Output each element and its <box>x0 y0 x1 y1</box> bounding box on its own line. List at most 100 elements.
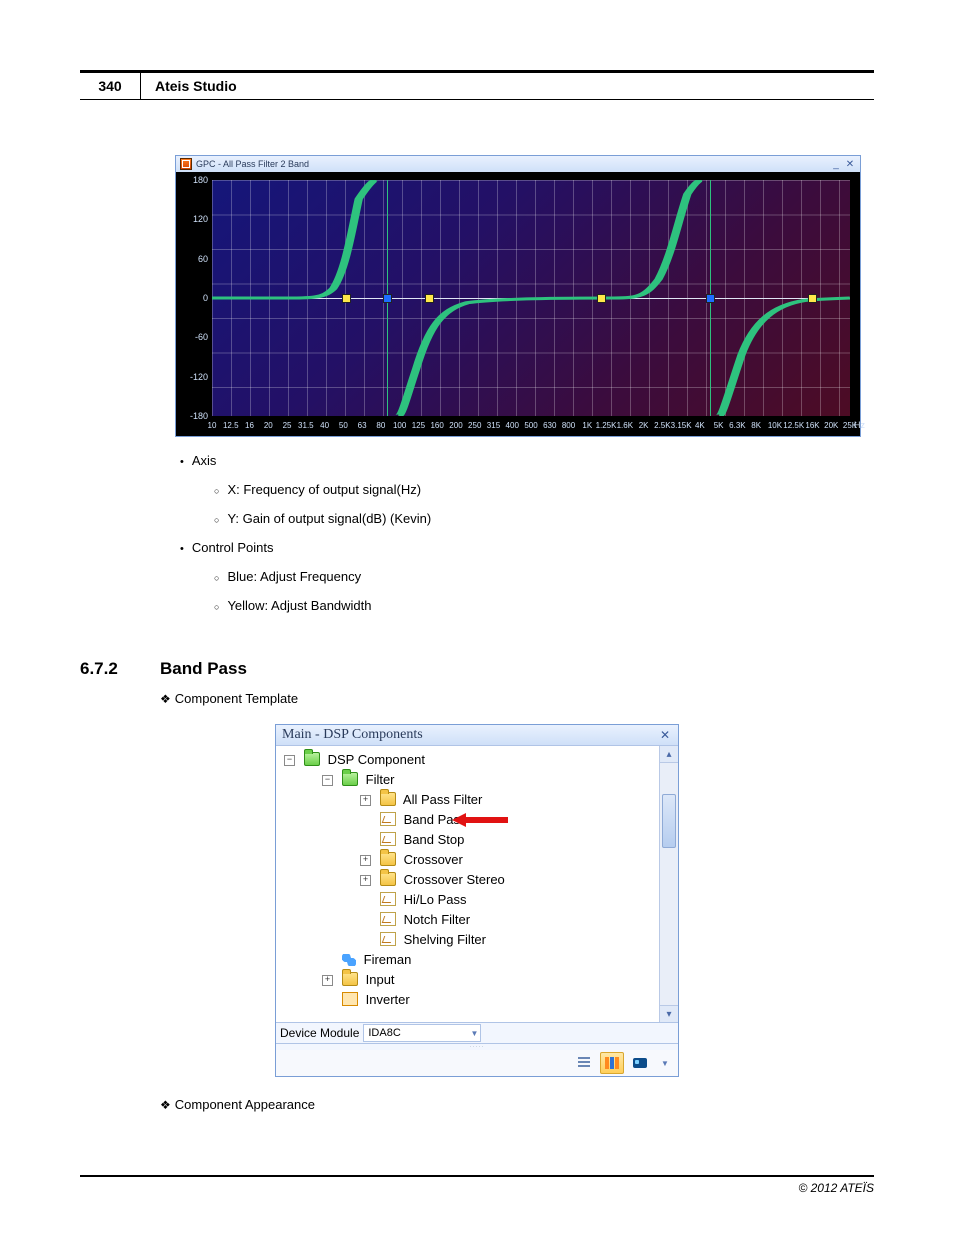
device-module-value: IDA8C <box>368 1027 400 1039</box>
component-appearance-label: Component Appearance <box>160 1097 874 1112</box>
x-tick: 31.5 <box>298 421 314 430</box>
x-tick: 125 <box>412 421 425 430</box>
filter-icon <box>380 812 396 826</box>
tree-node-inverter[interactable]: Inverter <box>322 990 659 1010</box>
x-tick: 200 <box>449 421 462 430</box>
x-tick: 1K <box>582 421 592 430</box>
tree-node-crossover[interactable]: + Crossover <box>360 850 659 870</box>
tree-label: DSP Component <box>328 752 425 767</box>
section-heading: 6.7.2 Band Pass <box>80 659 874 679</box>
y-tick: -120 <box>180 372 208 382</box>
expand-icon[interactable]: − <box>284 755 295 766</box>
chevron-down-icon: ▼ <box>470 1029 478 1038</box>
close-icon[interactable]: ✕ <box>844 158 856 170</box>
y-tick: 0 <box>180 293 208 303</box>
x-tick: 2.5K <box>654 421 670 430</box>
view-columns-button[interactable] <box>600 1052 624 1074</box>
expand-icon[interactable]: − <box>322 775 333 786</box>
device-module-combo[interactable]: IDA8C ▼ <box>363 1024 481 1042</box>
y-tick: 60 <box>180 254 208 264</box>
y-tick: -60 <box>180 332 208 342</box>
section-number: 6.7.2 <box>80 659 160 679</box>
tree-node-input[interactable]: + Input <box>322 970 659 990</box>
plot-grid: 180 120 60 0 -60 -120 -180 10 12.5 16 20… <box>212 180 850 416</box>
filter-icon <box>380 932 396 946</box>
device-module-row: Device Module IDA8C ▼ <box>276 1023 678 1044</box>
tree-node-fireman[interactable]: Fireman <box>322 950 659 970</box>
minimize-icon[interactable]: _ <box>830 158 842 170</box>
folder-icon <box>304 752 320 766</box>
scroll-up-icon[interactable]: ▴ <box>660 746 678 763</box>
tree-toolbar: ▼ <box>276 1050 678 1076</box>
x-tick: 500 <box>524 421 537 430</box>
tree-label: All Pass Filter <box>403 792 482 807</box>
x-tick: 630 <box>543 421 556 430</box>
x-tick: 100 <box>393 421 406 430</box>
expand-icon[interactable]: + <box>322 975 333 986</box>
filter-plot-window: GPC - All Pass Filter 2 Band _ ✕ <box>175 155 861 437</box>
bandwidth-handle[interactable] <box>425 294 434 303</box>
scroll-down-icon[interactable]: ▾ <box>660 1005 678 1022</box>
bandwidth-handle[interactable] <box>597 294 606 303</box>
x-tick: 250 <box>468 421 481 430</box>
frequency-handle[interactable] <box>383 294 392 303</box>
x-tick: 12.5K <box>783 421 804 430</box>
x-tick: 63 <box>358 421 367 430</box>
tree-node-dsp-component[interactable]: − DSP Component − Filter + <box>284 750 659 1010</box>
x-tick: 20 <box>264 421 273 430</box>
tree-node-band-pass[interactable]: Band Pass <box>360 810 659 830</box>
device-icon <box>633 1058 647 1068</box>
tree-label: Band Stop <box>404 832 465 847</box>
tree-node-notch[interactable]: Notch Filter <box>360 910 659 930</box>
x-tick: 800 <box>562 421 575 430</box>
component-tree-window: Main - DSP Components ✕ − DSP Component … <box>275 724 679 1077</box>
x-tick: 50 <box>339 421 348 430</box>
folder-icon <box>380 792 396 806</box>
view-list-button[interactable] <box>572 1052 596 1074</box>
bandwidth-handle[interactable] <box>342 294 351 303</box>
x-tick: 2K <box>639 421 649 430</box>
tree-node-crossover-stereo[interactable]: + Crossover Stereo <box>360 870 659 890</box>
tree-node-band-stop[interactable]: Band Stop <box>360 830 659 850</box>
plot-titlebar[interactable]: GPC - All Pass Filter 2 Band _ ✕ <box>176 156 860 172</box>
list-icon <box>578 1057 590 1069</box>
expand-icon[interactable]: + <box>360 795 371 806</box>
filter-curves <box>212 180 850 416</box>
columns-icon <box>605 1057 619 1069</box>
chevron-down-icon: ▼ <box>661 1059 669 1068</box>
tree-node-all-pass[interactable]: + All Pass Filter <box>360 790 659 810</box>
page-header: 340 Ateis Studio <box>80 70 874 100</box>
expand-icon[interactable]: + <box>360 855 371 866</box>
bullet-yellow: Yellow: Adjust Bandwidth <box>214 592 874 621</box>
device-button[interactable] <box>628 1052 652 1074</box>
close-icon[interactable]: ✕ <box>658 728 672 742</box>
bandwidth-handle[interactable] <box>808 294 817 303</box>
tree-title: Main - DSP Components <box>282 727 423 743</box>
tree-node-filter[interactable]: − Filter + All Pass Filter <box>322 770 659 950</box>
tree-node-shelving[interactable]: Shelving Filter <box>360 930 659 950</box>
x-tick: 80 <box>376 421 385 430</box>
page-footer: © 2012 ATEÏS <box>80 1175 874 1195</box>
x-tick: 12.5 <box>223 421 239 430</box>
folder-icon <box>342 772 358 786</box>
toolbar-more-button[interactable]: ▼ <box>656 1052 672 1074</box>
scrollbar[interactable]: ▴ ▾ <box>659 746 678 1022</box>
tree-area[interactable]: − DSP Component − Filter + <box>276 746 659 1022</box>
scroll-thumb[interactable] <box>662 794 676 848</box>
tree-titlebar[interactable]: Main - DSP Components ✕ <box>276 725 678 745</box>
plot-canvas[interactable]: 180 120 60 0 -60 -120 -180 10 12.5 16 20… <box>176 172 860 436</box>
component-template-label: Component Template <box>160 691 874 706</box>
bullet-control-points: Control Points <box>180 534 874 563</box>
x-tick: 8K <box>751 421 761 430</box>
header-title: Ateis Studio <box>141 78 237 94</box>
x-tick: 20K <box>824 421 838 430</box>
device-module-label: Device Module <box>280 1026 359 1040</box>
frequency-handle[interactable] <box>706 294 715 303</box>
highlight-arrow-icon <box>452 812 508 828</box>
folder-icon <box>380 852 396 866</box>
tree-label: Crossover Stereo <box>404 872 505 887</box>
tree-node-hilo-pass[interactable]: Hi/Lo Pass <box>360 890 659 910</box>
x-tick: 1.6K <box>617 421 633 430</box>
expand-icon[interactable]: + <box>360 875 371 886</box>
x-tick: 4K <box>695 421 705 430</box>
